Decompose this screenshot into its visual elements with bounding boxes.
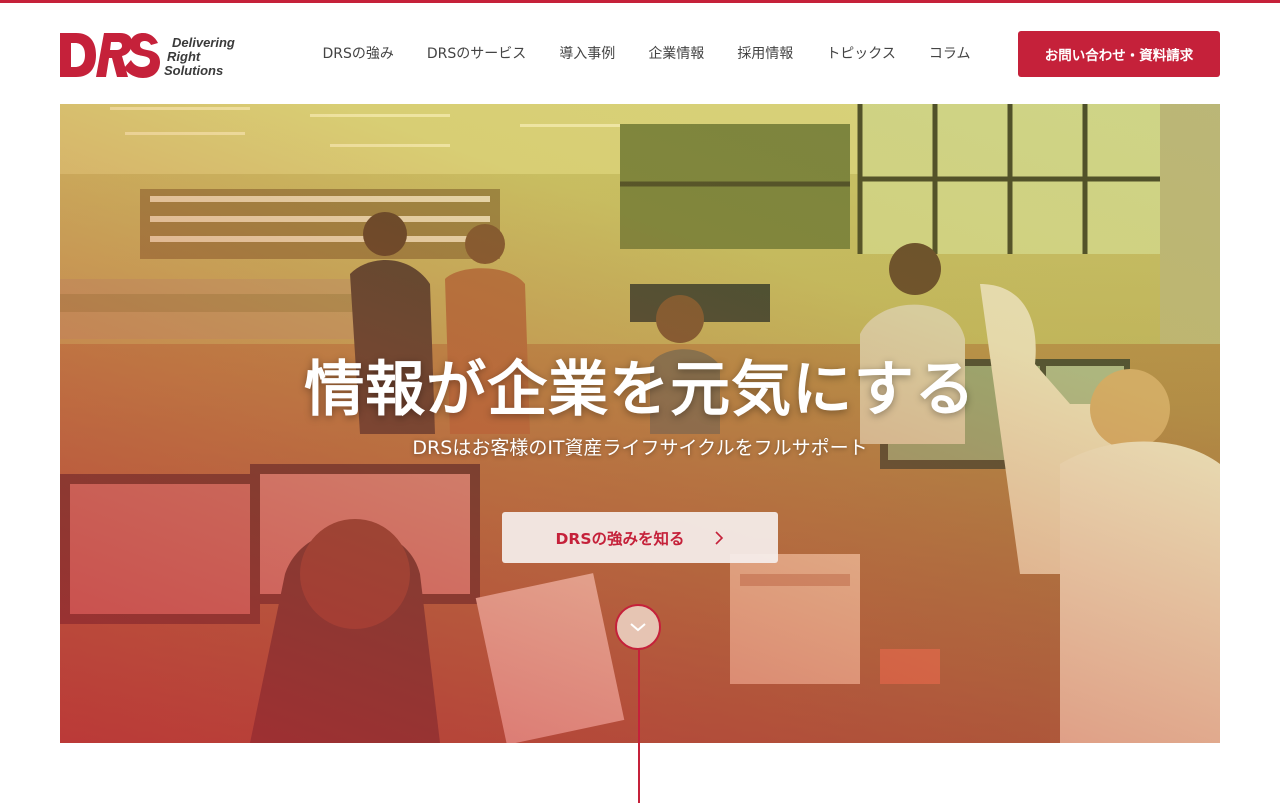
- tagline-line-1: Delivering: [172, 35, 235, 50]
- nav-item-column[interactable]: コラム: [912, 43, 987, 63]
- scroll-indicator-line: [638, 650, 640, 803]
- learn-strengths-label: DRSの強みを知る: [555, 529, 685, 548]
- hero-subtitle: DRSはお客様のIT資産ライフサイクルをフルサポート: [412, 437, 868, 459]
- chevron-right-icon: [715, 530, 724, 545]
- learn-strengths-button[interactable]: DRSの強みを知る: [502, 512, 778, 563]
- drs-logo-mark: [60, 33, 160, 78]
- hero-title: 情報が企業を元気にする: [304, 355, 976, 425]
- site-logo[interactable]: Delivering Right Solutions: [60, 30, 250, 80]
- scroll-down-button[interactable]: [615, 604, 661, 650]
- nav-item-services[interactable]: DRSのサービス: [410, 43, 542, 63]
- nav-item-case-studies[interactable]: 導入事例: [543, 43, 632, 63]
- main-nav: DRSの強み DRSのサービス 導入事例 企業情報 採用情報 トピックス コラム: [306, 31, 987, 75]
- nav-item-topics[interactable]: トピックス: [810, 43, 913, 63]
- tagline-line-3: Solutions: [164, 63, 224, 78]
- logo-tagline: Delivering Right Solutions: [164, 36, 235, 78]
- contact-request-button[interactable]: お問い合わせ・資料請求: [1018, 31, 1220, 77]
- site-header: Delivering Right Solutions DRSの強み DRSのサー…: [0, 3, 1280, 103]
- nav-item-recruit[interactable]: 採用情報: [721, 43, 810, 63]
- nav-item-company[interactable]: 企業情報: [632, 43, 721, 63]
- chevron-down-icon: [630, 623, 646, 632]
- nav-item-strengths[interactable]: DRSの強み: [306, 43, 410, 63]
- tagline-line-2: Right: [167, 49, 201, 64]
